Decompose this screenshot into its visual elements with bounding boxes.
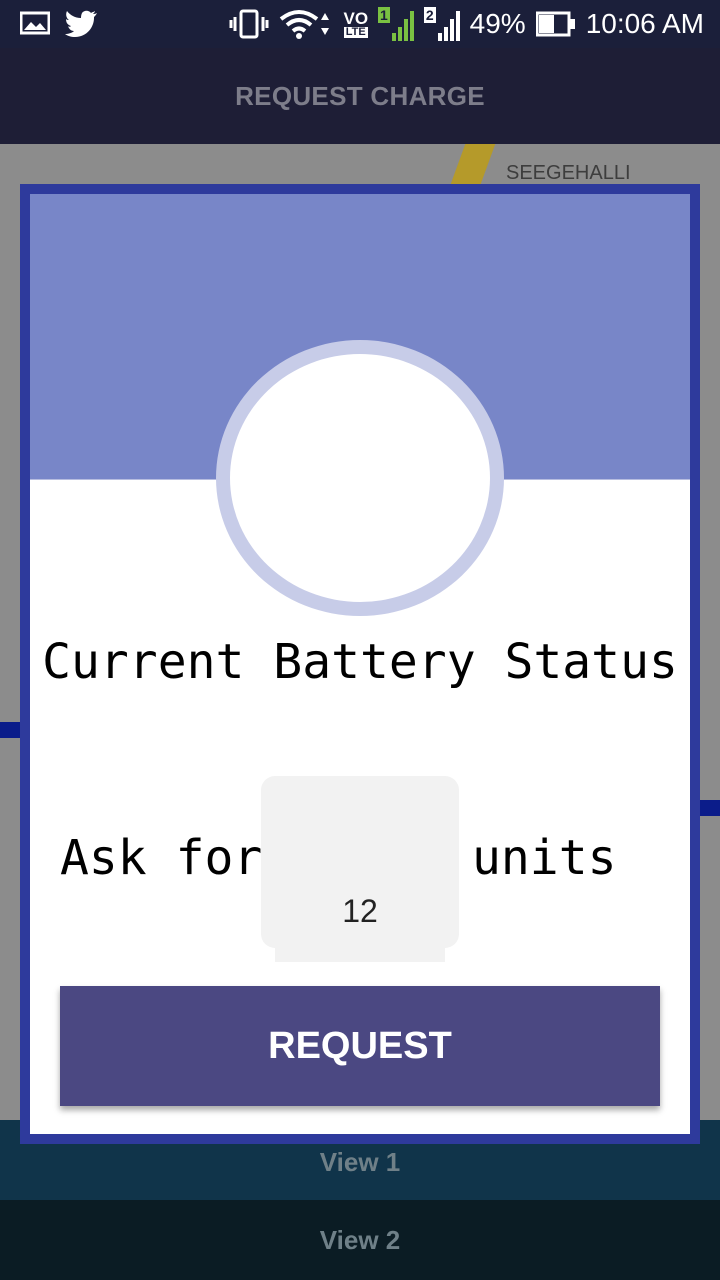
units-input-value: 12	[342, 893, 378, 929]
sim2-signal: 2	[423, 7, 460, 41]
volte-badge: VO LTE	[343, 10, 368, 38]
map-place-label: SEEGEHALLI	[506, 162, 631, 184]
battery-status-circle	[216, 340, 504, 616]
wifi-icon	[280, 10, 330, 39]
status-bar: VO LTE 1 2 49% 10:06 AM	[0, 0, 720, 48]
view2-label: View 2	[319, 1225, 401, 1255]
lte-label: LTE	[343, 26, 368, 38]
request-dialog-frame: Current Battery Status Ask for 12 units …	[20, 184, 700, 1144]
map-route-left	[0, 722, 20, 738]
clock: 10:06 AM	[585, 8, 704, 39]
request-dialog: Current Battery Status Ask for 12 units …	[30, 194, 690, 1134]
units-input-underline	[275, 946, 445, 962]
sim2-label: 2	[423, 7, 436, 23]
twitter-icon	[65, 10, 97, 37]
units-input[interactable]: 12	[261, 776, 459, 948]
battery-icon	[535, 11, 575, 37]
app-bar: REQUEST CHARGE	[0, 48, 720, 144]
request-button-label: REQUEST	[268, 1024, 452, 1067]
app-bar-title: REQUEST CHARGE	[235, 81, 485, 111]
volte-label: VO	[343, 9, 369, 28]
battery-percent: 49%	[469, 8, 526, 39]
units-label: units	[472, 830, 617, 886]
request-button[interactable]: REQUEST	[60, 986, 660, 1106]
map-route-right	[700, 800, 720, 816]
vibrate-icon	[229, 9, 269, 39]
sim1-signal: 1	[378, 7, 414, 41]
sim1-label: 1	[378, 7, 390, 23]
view2-tab[interactable]: View 2	[0, 1200, 720, 1280]
map-road-yellow	[450, 144, 496, 184]
gallery-icon	[20, 11, 50, 35]
battery-status-title: Current Battery Status	[42, 634, 678, 690]
ask-for-label: Ask for	[60, 830, 263, 886]
